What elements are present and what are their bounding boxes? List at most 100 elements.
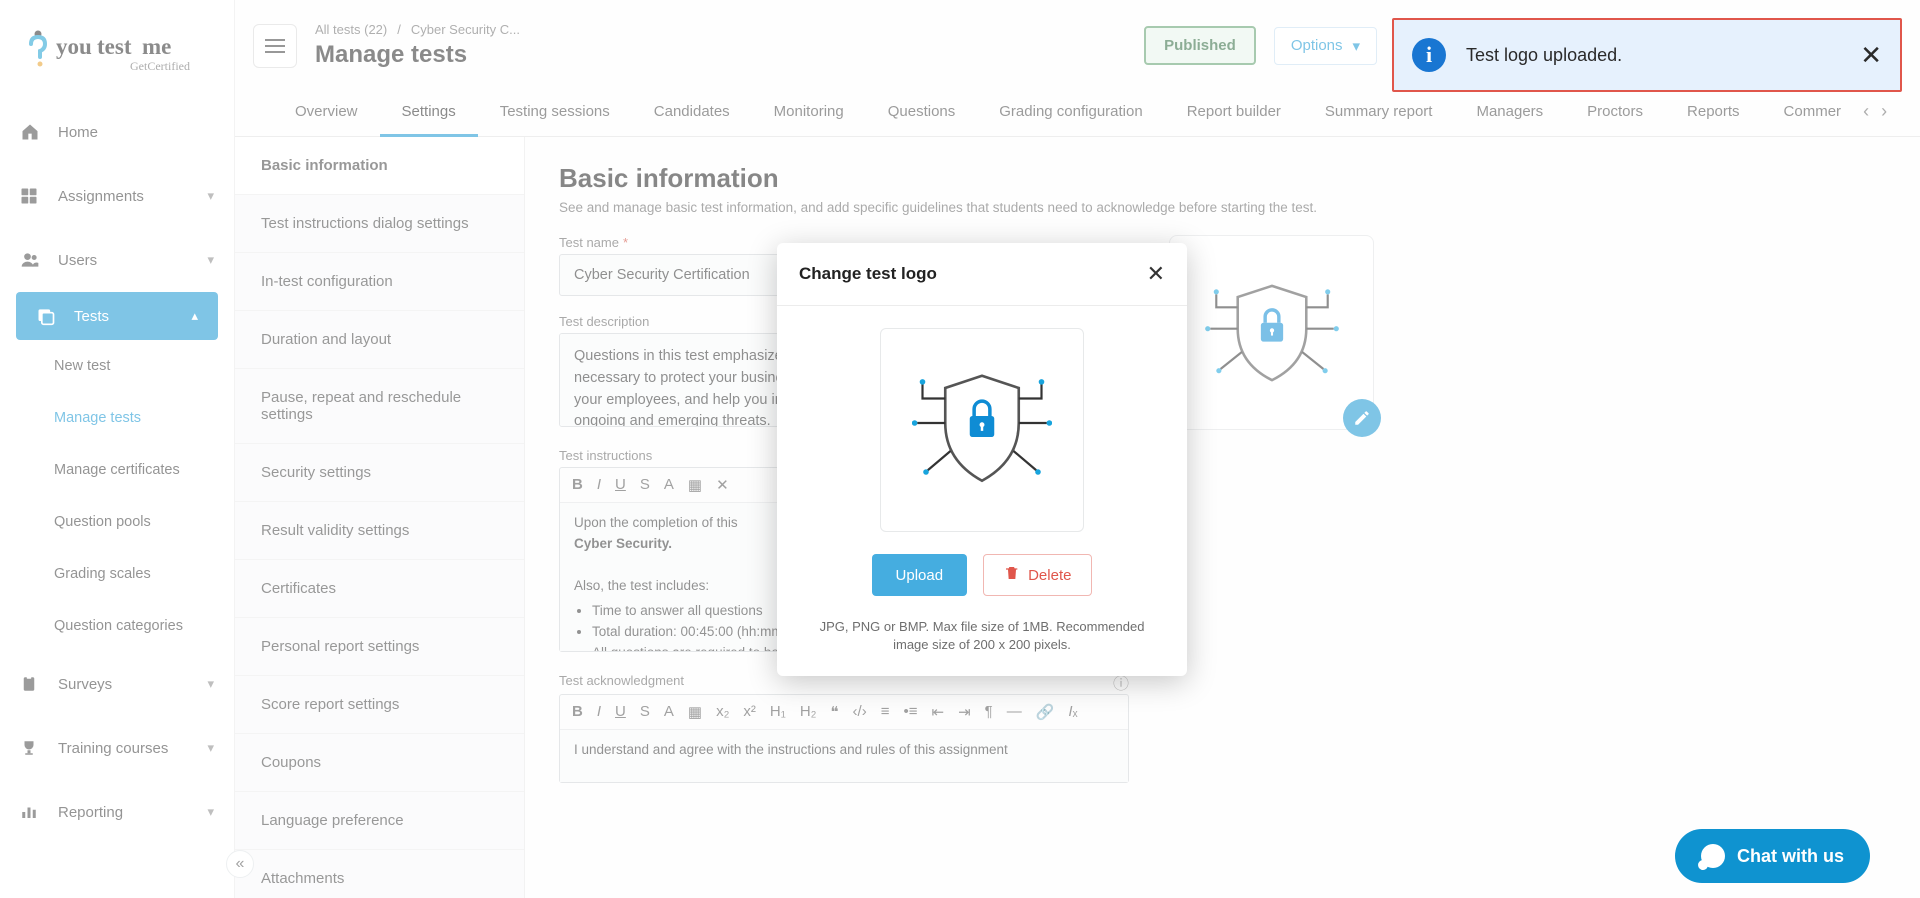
- sidebar-sub-managetests[interactable]: Manage tests: [34, 392, 234, 444]
- change-logo-modal: Change test logo ✕ Upload: [777, 243, 1187, 676]
- underline-icon[interactable]: U: [615, 703, 626, 721]
- logo-preview: [880, 328, 1084, 532]
- italic-icon[interactable]: I: [597, 476, 601, 494]
- options-button[interactable]: Options ▾: [1274, 27, 1377, 65]
- rte-ack-content[interactable]: I understand and agree with the instruct…: [560, 730, 1128, 782]
- upload-button[interactable]: Upload: [872, 554, 968, 596]
- settings-item-instructions[interactable]: Test instructions dialog settings: [235, 195, 524, 253]
- tabstrip: Overview Settings Testing sessions Candi…: [235, 87, 1920, 137]
- code-icon[interactable]: ‹/›: [853, 703, 867, 721]
- sidebar-sub-qpools[interactable]: Question pools: [34, 496, 234, 548]
- shield-icon: [1202, 273, 1342, 393]
- highlight-icon[interactable]: ▦: [688, 703, 702, 721]
- tab-reports[interactable]: Reports: [1665, 87, 1762, 136]
- italic-icon[interactable]: I: [597, 703, 601, 721]
- sidebar-item-reporting[interactable]: Reporting ▾: [0, 780, 234, 844]
- font-color-icon[interactable]: A: [664, 703, 674, 721]
- sidebar-item-surveys[interactable]: Surveys ▾: [0, 652, 234, 716]
- sidebar-item-label: Reporting: [58, 804, 207, 821]
- tab-scroll-left[interactable]: ‹: [1863, 101, 1869, 122]
- tab-proctors[interactable]: Proctors: [1565, 87, 1665, 136]
- section-title: Basic information: [559, 163, 1891, 194]
- font-color-icon[interactable]: A: [664, 476, 674, 494]
- tab-settings[interactable]: Settings: [380, 87, 478, 136]
- strike-icon[interactable]: S: [640, 703, 650, 721]
- sidebar-sub-qcats[interactable]: Question categories: [34, 600, 234, 652]
- edit-logo-button[interactable]: [1343, 399, 1381, 437]
- sidebar-item-training[interactable]: Training courses ▾: [0, 716, 234, 780]
- chat-label: Chat with us: [1737, 846, 1844, 867]
- tab-candidates[interactable]: Candidates: [632, 87, 752, 136]
- strike-icon[interactable]: S: [640, 476, 650, 494]
- toast-message: Test logo uploaded.: [1466, 45, 1840, 66]
- settings-item-language[interactable]: Language preference: [235, 792, 524, 850]
- tab-scroll: ‹ ›: [1863, 101, 1887, 122]
- status-badge: Published: [1144, 26, 1256, 65]
- clear-format-icon[interactable]: ✕: [716, 476, 729, 494]
- test-instr-label: Test instructions: [559, 448, 652, 463]
- bold-icon[interactable]: B: [572, 703, 583, 721]
- highlight-icon[interactable]: ▦: [688, 476, 702, 494]
- settings-item-score-report[interactable]: Score report settings: [235, 676, 524, 734]
- sidebar-item-assignments[interactable]: Assignments ▾: [0, 164, 234, 228]
- tab-commer[interactable]: Commer: [1762, 87, 1864, 136]
- delete-button[interactable]: Delete: [983, 554, 1092, 596]
- settings-item-certificates[interactable]: Certificates: [235, 560, 524, 618]
- quote-icon[interactable]: ❝: [830, 703, 838, 721]
- settings-item-intest[interactable]: In-test configuration: [235, 253, 524, 311]
- chat-button[interactable]: Chat with us: [1675, 829, 1870, 883]
- settings-item-attachments[interactable]: Attachments: [235, 850, 524, 898]
- bold-icon[interactable]: B: [572, 476, 583, 494]
- subscript-icon[interactable]: x₂: [716, 703, 729, 721]
- menu-button[interactable]: [253, 24, 297, 68]
- settings-item-basic[interactable]: Basic information: [235, 137, 524, 195]
- sidebar-sub-managecerts[interactable]: Manage certificates: [34, 444, 234, 496]
- settings-item-duration[interactable]: Duration and layout: [235, 311, 524, 369]
- superscript-icon[interactable]: x²: [743, 703, 756, 721]
- notification-toast: i Test logo uploaded. ✕: [1392, 18, 1902, 92]
- tab-scroll-right[interactable]: ›: [1881, 101, 1887, 122]
- modal-close-button[interactable]: ✕: [1147, 261, 1165, 287]
- chevron-down-icon: ▾: [207, 676, 214, 692]
- svg-text:GetCertified: GetCertified: [130, 59, 190, 73]
- sidebar-item-tests[interactable]: Tests ▴: [16, 292, 218, 340]
- sidebar-item-label: Surveys: [58, 676, 207, 693]
- settings-item-pause[interactable]: Pause, repeat and reschedule settings: [235, 369, 524, 444]
- h2-icon[interactable]: H₂: [800, 703, 817, 721]
- svg-text:you: you: [56, 34, 92, 59]
- sidebar-sub-gscales[interactable]: Grading scales: [34, 548, 234, 600]
- tab-summary-report[interactable]: Summary report: [1303, 87, 1455, 136]
- logo-column: [1169, 235, 1374, 430]
- settings-item-validity[interactable]: Result validity settings: [235, 502, 524, 560]
- rte-acknowledgment: B I U S A ▦ x₂ x² H₁ H₂ ❝: [559, 694, 1129, 783]
- tab-managers[interactable]: Managers: [1454, 87, 1565, 136]
- hr-icon[interactable]: —: [1007, 703, 1022, 721]
- settings-item-personal-report[interactable]: Personal report settings: [235, 618, 524, 676]
- sidebar-item-users[interactable]: Users ▾: [0, 228, 234, 292]
- settings-item-coupons[interactable]: Coupons: [235, 734, 524, 792]
- options-label: Options: [1291, 37, 1343, 54]
- clear-icon[interactable]: Iₓ: [1068, 703, 1077, 721]
- outdent-icon[interactable]: ⇤: [932, 703, 945, 721]
- h1-icon[interactable]: H₁: [770, 703, 786, 721]
- tab-grading[interactable]: Grading configuration: [977, 87, 1164, 136]
- sidebar-item-home[interactable]: Home: [0, 100, 234, 164]
- link-icon[interactable]: 🔗: [1036, 703, 1055, 721]
- indent-icon[interactable]: ⇥: [958, 703, 971, 721]
- ol-icon[interactable]: ≡: [881, 703, 890, 721]
- ul-icon[interactable]: •≡: [903, 703, 917, 721]
- toast-close-button[interactable]: ✕: [1860, 40, 1882, 71]
- paragraph-icon[interactable]: ¶: [985, 703, 993, 721]
- tab-questions[interactable]: Questions: [866, 87, 978, 136]
- tab-testing-sessions[interactable]: Testing sessions: [478, 87, 632, 136]
- tab-report-builder[interactable]: Report builder: [1165, 87, 1303, 136]
- test-desc-label: Test description: [559, 314, 649, 329]
- settings-item-security[interactable]: Security settings: [235, 444, 524, 502]
- tab-overview[interactable]: Overview: [273, 87, 380, 136]
- tab-monitoring[interactable]: Monitoring: [752, 87, 866, 136]
- sidebar-sub-newtest[interactable]: New test: [34, 340, 234, 392]
- collapse-sidebar-button[interactable]: «: [226, 850, 254, 878]
- breadcrumb-root[interactable]: All tests (22): [315, 22, 387, 37]
- page-title: Manage tests: [315, 41, 1126, 69]
- underline-icon[interactable]: U: [615, 476, 626, 494]
